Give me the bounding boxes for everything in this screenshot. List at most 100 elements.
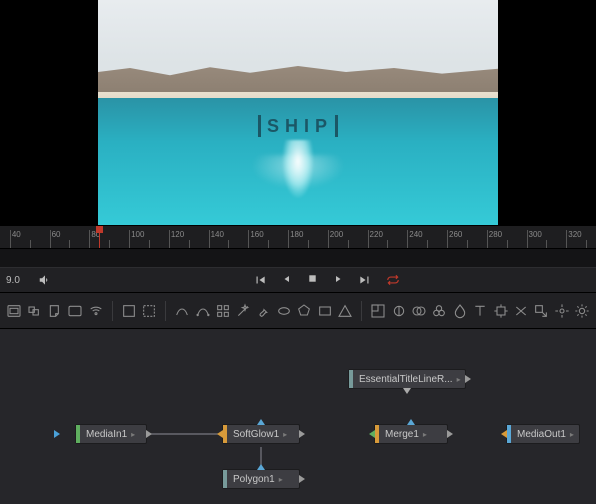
ruler-tick-label: 160 bbox=[250, 230, 263, 239]
port-input[interactable] bbox=[369, 430, 375, 438]
brightness-contrast-icon[interactable] bbox=[390, 299, 406, 323]
underlay-icon[interactable] bbox=[67, 299, 83, 323]
title-overlay: SHIP bbox=[258, 115, 338, 137]
node-graph[interactable]: MediaIn1▸SoftGlow1▸Polygon1▸EssentialTit… bbox=[0, 329, 596, 504]
glow-icon[interactable] bbox=[574, 299, 590, 323]
ruler-tick-label: 220 bbox=[370, 230, 383, 239]
group-icon[interactable] bbox=[26, 299, 42, 323]
ruler-tick-label: 100 bbox=[131, 230, 144, 239]
sticky-note-icon[interactable] bbox=[47, 299, 63, 323]
chevron-right-icon[interactable]: ▸ bbox=[457, 375, 461, 384]
ruler-tick-label: 300 bbox=[529, 230, 542, 239]
ellipse-icon[interactable] bbox=[276, 299, 292, 323]
ruler-tick-label: 60 bbox=[52, 230, 61, 239]
flow-input-marker[interactable] bbox=[54, 430, 60, 438]
wireless-icon[interactable] bbox=[88, 299, 104, 323]
ruler-tick-label: 320 bbox=[568, 230, 581, 239]
port-input[interactable] bbox=[501, 430, 507, 438]
marquee-icon[interactable] bbox=[141, 299, 157, 323]
panel-gap bbox=[0, 249, 596, 267]
transport-bar: 9.0 bbox=[0, 267, 596, 293]
tracker-icon[interactable] bbox=[553, 299, 569, 323]
ruler-tick-label: 260 bbox=[449, 230, 462, 239]
viewer-area: SHIP bbox=[0, 0, 596, 225]
node-color-bar bbox=[349, 370, 353, 388]
node-color-bar bbox=[223, 425, 227, 443]
node-color-bar bbox=[223, 470, 227, 488]
loop-button[interactable] bbox=[386, 273, 400, 287]
port-output[interactable] bbox=[465, 375, 471, 383]
stop-button[interactable] bbox=[307, 273, 318, 287]
color-correct-icon[interactable] bbox=[431, 299, 447, 323]
port-output[interactable] bbox=[299, 475, 305, 483]
node-label: Merge1 bbox=[385, 429, 419, 440]
node-color-bar bbox=[375, 425, 379, 443]
bspline-icon[interactable] bbox=[174, 299, 190, 323]
chevron-right-icon[interactable]: ▸ bbox=[570, 430, 574, 439]
bezier-icon[interactable] bbox=[194, 299, 210, 323]
preview-glow bbox=[273, 140, 323, 210]
port-effect-mask[interactable] bbox=[257, 464, 265, 470]
chevron-right-icon[interactable]: ▸ bbox=[279, 475, 283, 484]
containers-icon[interactable] bbox=[6, 299, 22, 323]
node-label: SoftGlow1 bbox=[233, 429, 279, 440]
ruler-tick-label: 140 bbox=[211, 230, 224, 239]
node-mediaOut[interactable]: MediaOut1 ▸ bbox=[506, 424, 580, 444]
title-bar-right bbox=[335, 115, 338, 137]
chevron-right-icon[interactable]: ▸ bbox=[131, 430, 135, 439]
ruler-tick-label: 280 bbox=[489, 230, 502, 239]
node-polygon[interactable]: Polygon1 ▸ bbox=[222, 469, 300, 489]
port-output-bottom[interactable] bbox=[403, 388, 411, 394]
title-text: SHIP bbox=[267, 116, 333, 137]
step-back-button[interactable] bbox=[281, 273, 293, 287]
node-essential[interactable]: EssentialTitleLineR... ▸ bbox=[348, 369, 466, 389]
channel-booleans-icon[interactable] bbox=[411, 299, 427, 323]
crop-icon[interactable] bbox=[121, 299, 137, 323]
node-mediaIn[interactable]: MediaIn1 ▸ bbox=[75, 424, 147, 444]
paint-icon[interactable] bbox=[256, 299, 272, 323]
port-output[interactable] bbox=[299, 430, 305, 438]
bitmap-icon[interactable] bbox=[215, 299, 231, 323]
transform-icon[interactable] bbox=[492, 299, 508, 323]
transport-controls bbox=[62, 273, 590, 287]
ruler-tick-label: 40 bbox=[12, 230, 21, 239]
ruler-tick-label: 180 bbox=[290, 230, 303, 239]
node-label: Polygon1 bbox=[233, 474, 275, 485]
node-wires bbox=[0, 329, 300, 479]
node-merge[interactable]: Merge1 ▸ bbox=[374, 424, 448, 444]
merge-icon[interactable] bbox=[513, 299, 529, 323]
speaker-icon[interactable] bbox=[38, 273, 52, 287]
wand-icon[interactable] bbox=[235, 299, 251, 323]
blur-icon[interactable] bbox=[452, 299, 468, 323]
triangle-icon[interactable] bbox=[337, 299, 353, 323]
node-label: MediaOut1 bbox=[517, 429, 566, 440]
go-to-start-button[interactable] bbox=[253, 273, 267, 287]
node-color-bar bbox=[507, 425, 511, 443]
playhead[interactable] bbox=[99, 226, 100, 248]
ruler-tick-label: 240 bbox=[409, 230, 422, 239]
chevron-right-icon[interactable]: ▸ bbox=[423, 430, 427, 439]
port-input[interactable] bbox=[217, 430, 223, 438]
rectangle-icon[interactable] bbox=[317, 299, 333, 323]
go-to-end-button[interactable] bbox=[358, 273, 372, 287]
resize-icon[interactable] bbox=[533, 299, 549, 323]
port-output[interactable] bbox=[146, 430, 152, 438]
play-button[interactable] bbox=[332, 273, 344, 287]
fps-readout[interactable]: 9.0 bbox=[6, 275, 28, 286]
ruler-tick-label: 200 bbox=[330, 230, 343, 239]
polygon-icon[interactable] bbox=[296, 299, 312, 323]
node-label: EssentialTitleLineR... bbox=[359, 374, 453, 385]
node-color-bar bbox=[76, 425, 80, 443]
port-effect-mask[interactable] bbox=[257, 419, 265, 425]
chevron-right-icon[interactable]: ▸ bbox=[283, 430, 287, 439]
title-bar-left bbox=[258, 115, 261, 137]
fusion-toolbar bbox=[0, 293, 596, 329]
port-output[interactable] bbox=[447, 430, 453, 438]
background-icon[interactable] bbox=[370, 299, 386, 323]
viewer-frame[interactable]: SHIP bbox=[98, 0, 498, 225]
node-label: MediaIn1 bbox=[86, 429, 127, 440]
port-effect-mask[interactable] bbox=[407, 419, 415, 425]
text-icon[interactable] bbox=[472, 299, 488, 323]
timeline-ruler[interactable]: 4060801001201401601802002202402602803003… bbox=[0, 225, 596, 249]
node-softGlow[interactable]: SoftGlow1 ▸ bbox=[222, 424, 300, 444]
